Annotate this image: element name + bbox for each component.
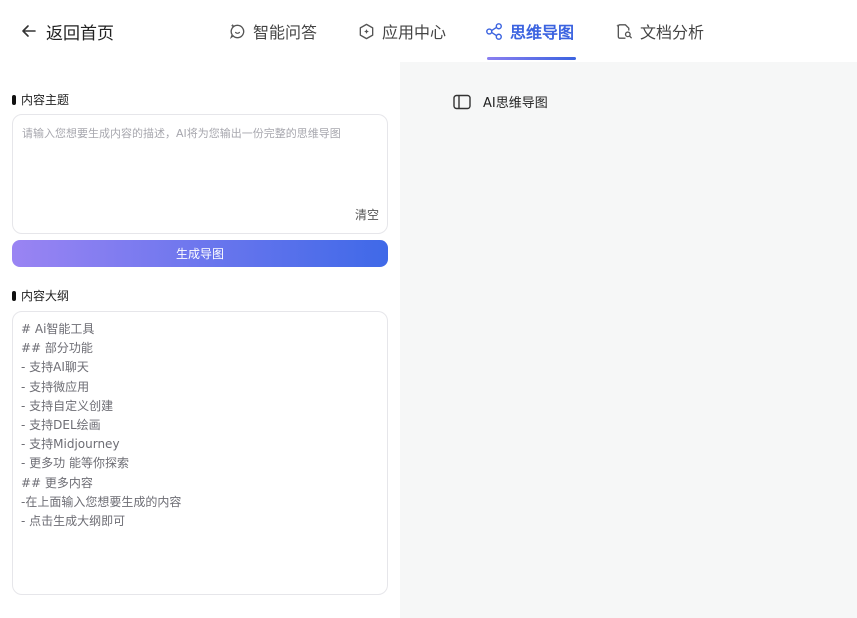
outline-editor[interactable]: # Ai智能工具 ## 部分功能 - 支持AI聊天 - 支持微应用 - 支持自定… [12, 311, 388, 595]
tab-doc-analysis-label: 文档分析 [640, 23, 705, 42]
cube-icon [359, 23, 374, 39]
outline-line: -在上面输入您想要生成的内容 [21, 494, 182, 509]
outline-line: ## 更多内容 [21, 475, 93, 490]
input-panel: 内容主题 清空 生成导图 内容大纲 # Ai智能工具 ## 部分功能 - 支持A… [0, 62, 400, 618]
outline-section-title: 内容大纲 [12, 287, 69, 304]
mindmap-icon [486, 22, 502, 40]
sidebar-panel-icon[interactable] [453, 94, 471, 110]
outline-line: - 更多功 能等你探索 [21, 456, 129, 471]
arrow-left-icon [22, 25, 36, 37]
tab-app-center[interactable]: 应用中心 [357, 0, 457, 62]
tab-smart-qa[interactable]: 智能问答 [228, 0, 328, 62]
outline-line: - 点击生成大纲即可 [21, 514, 126, 529]
outline-line: ## 部分功能 [21, 341, 93, 356]
outline-line: - 支持DEL绘画 [21, 418, 101, 433]
back-home-label: 返回首页 [46, 23, 114, 44]
outline-line: - 支持Midjourney [21, 437, 120, 452]
generate-mindmap-button[interactable]: 生成导图 [12, 240, 388, 267]
outline-line: - 支持AI聊天 [21, 360, 89, 375]
preview-header: AI思维导图 [453, 92, 548, 111]
active-tab-indicator [487, 57, 576, 60]
tab-mind-map[interactable]: 思维导图 [485, 0, 585, 62]
tab-doc-analysis[interactable]: 文档分析 [615, 0, 715, 62]
preview-title: AI思维导图 [483, 96, 548, 111]
topic-textarea[interactable] [13, 115, 387, 201]
tab-app-center-label: 应用中心 [382, 23, 447, 42]
outline-line: # Ai智能工具 [21, 322, 95, 336]
top-navigation: 返回首页 智能问答 应用中心 思维导图 文档分析 [0, 0, 857, 62]
back-home-button[interactable]: 返回首页 [20, 18, 114, 44]
clear-button[interactable]: 清空 [355, 206, 379, 223]
outline-title-label: 内容大纲 [21, 289, 70, 303]
sparkle-chat-icon [229, 23, 245, 39]
section-marker [12, 290, 16, 301]
outline-line: - 支持微应用 [21, 379, 90, 394]
mindmap-preview-panel: AI思维导图 [400, 62, 857, 618]
outline-line: - 支持自定义创建 [21, 398, 114, 413]
topic-section-title: 内容主题 [12, 91, 69, 108]
document-search-icon [616, 23, 632, 39]
topic-title-label: 内容主题 [21, 93, 70, 107]
section-marker [12, 94, 16, 105]
tab-smart-qa-label: 智能问答 [253, 23, 318, 42]
tab-mind-map-label: 思维导图 [510, 23, 575, 42]
topic-input-box: 清空 [12, 114, 388, 234]
